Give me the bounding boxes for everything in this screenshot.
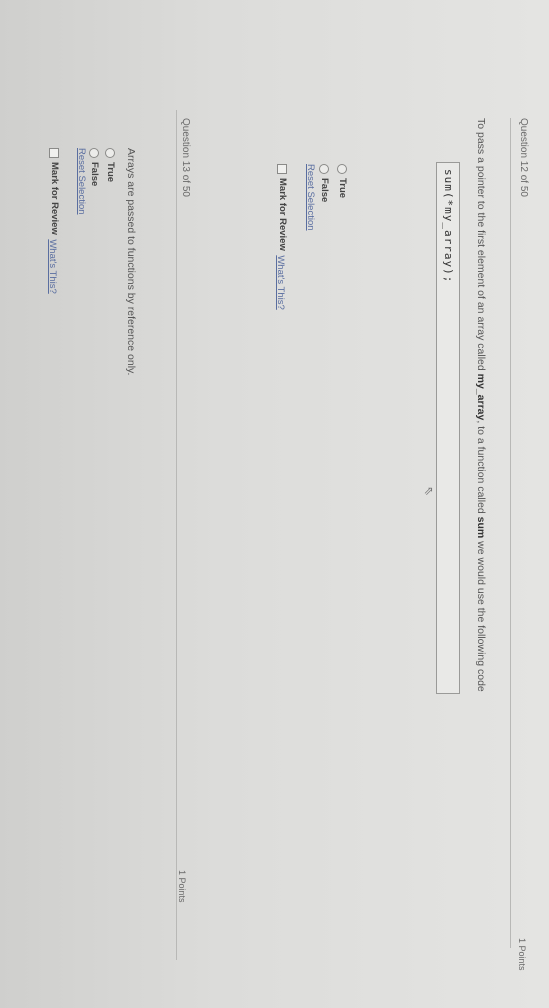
mark-for-review-checkbox[interactable]: [49, 148, 60, 158]
radio-true[interactable]: [337, 164, 348, 174]
question-13-points: 1 Points: [177, 870, 187, 903]
question-12-points: 1 Points: [517, 938, 527, 971]
prompt-text: , to a function called: [475, 420, 487, 517]
option-true[interactable]: True: [333, 164, 351, 198]
mark-for-review[interactable]: Mark for Review What's This?: [45, 148, 63, 294]
option-true[interactable]: True: [101, 148, 119, 182]
mark-for-review-checkbox[interactable]: [277, 164, 288, 174]
radio-false[interactable]: [89, 148, 100, 158]
option-false-label: False: [318, 178, 330, 203]
question-12-divider: [510, 118, 511, 948]
question-13-prompt: Arrays are passed to functions by refere…: [125, 148, 137, 376]
option-true-label: True: [336, 178, 348, 199]
code-snippet: sum(*my_array);: [442, 169, 455, 284]
mark-for-review-label: Mark for Review: [276, 178, 288, 251]
prompt-text: To pass a pointer to the first element o…: [475, 118, 487, 374]
radio-false[interactable]: [319, 164, 330, 174]
whats-this-link[interactable]: What's This?: [275, 255, 286, 309]
code-box: sum(*my_array);: [436, 162, 460, 694]
array-name: my_array: [475, 373, 487, 421]
option-false[interactable]: False: [315, 164, 333, 202]
function-name: sum: [475, 516, 487, 539]
whats-this-link[interactable]: What's This?: [47, 239, 58, 293]
option-false[interactable]: False: [85, 148, 103, 186]
question-12-prompt: To pass a pointer to the first element o…: [475, 118, 487, 692]
question-13-header: Question 13 of 50: [180, 118, 191, 197]
mark-for-review-label: Mark for Review: [48, 162, 60, 235]
reset-selection-link[interactable]: Reset Selection: [305, 164, 316, 231]
option-false-label: False: [88, 162, 100, 187]
mark-for-review[interactable]: Mark for Review What's This?: [273, 164, 291, 310]
option-true-label: True: [104, 162, 116, 183]
quiz-page: Question 12 of 50 1 Points To pass a poi…: [0, 0, 549, 1008]
reset-selection-link[interactable]: Reset Selection: [76, 148, 87, 215]
prompt-text: we would use the following code: [475, 538, 487, 692]
question-12-header: Question 12 of 50: [518, 118, 529, 197]
radio-true[interactable]: [105, 148, 116, 158]
question-13-divider: [176, 110, 177, 960]
mouse-pointer-icon: ⇖: [422, 486, 436, 497]
